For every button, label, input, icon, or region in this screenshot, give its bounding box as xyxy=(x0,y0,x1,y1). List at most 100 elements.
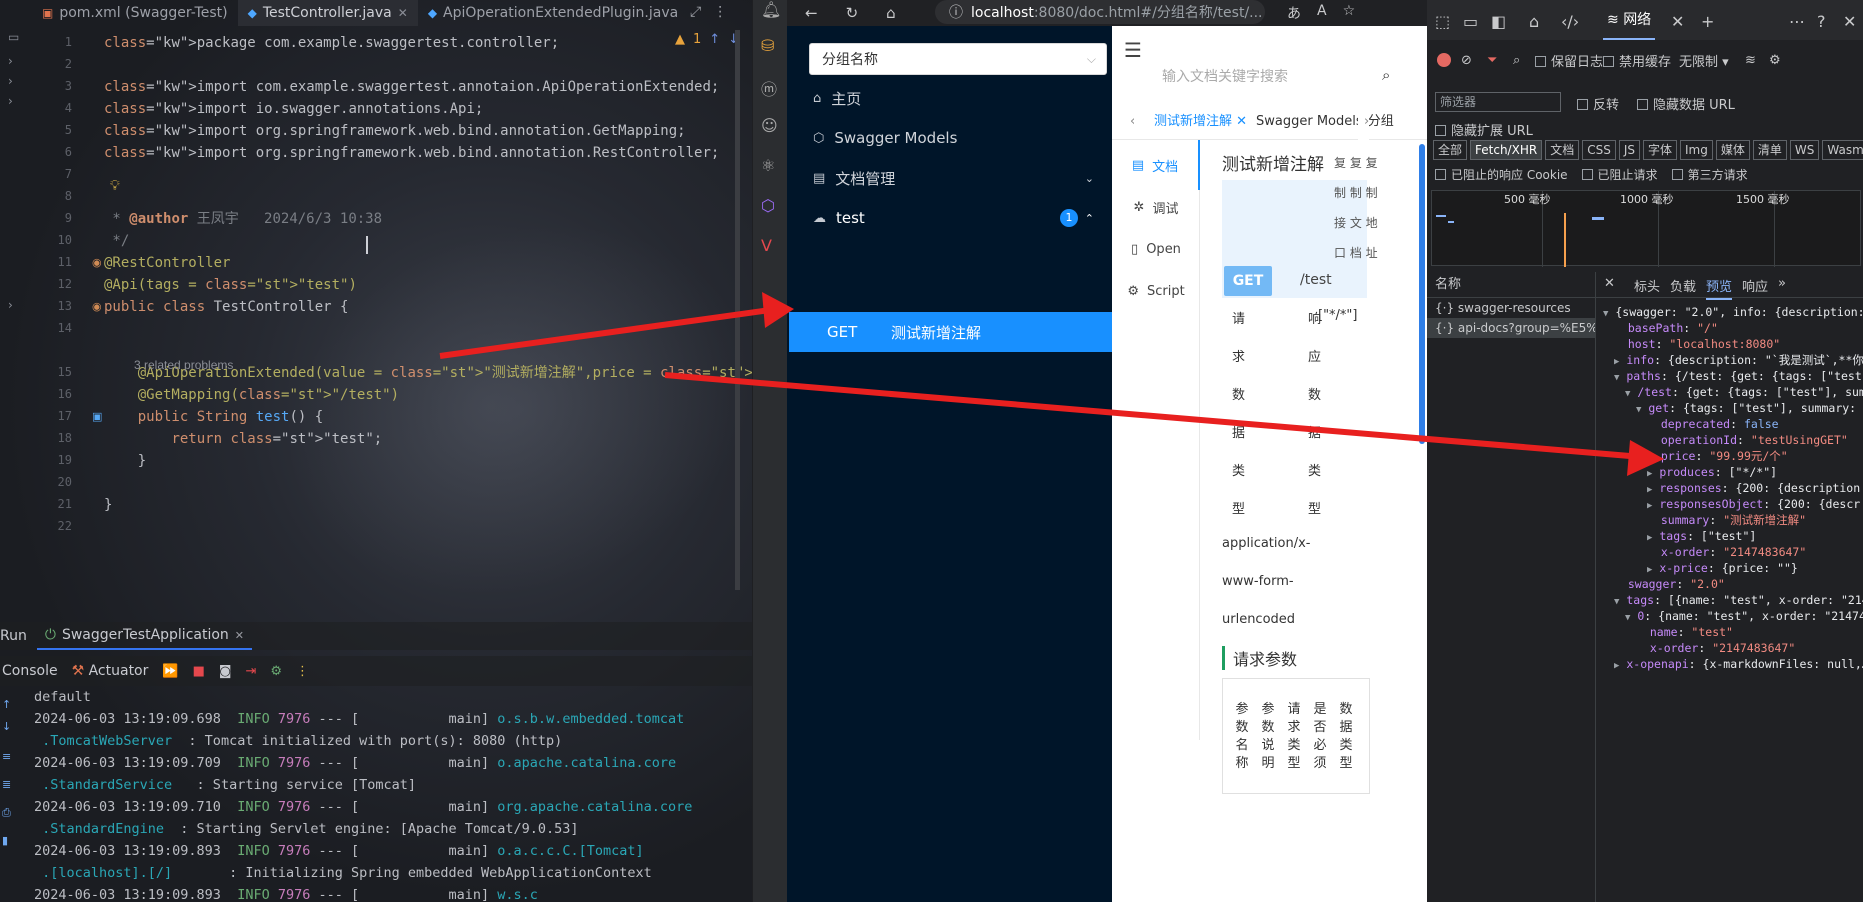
copy-extra-button[interactable]: 口 档 址 xyxy=(1334,244,1378,261)
notifications-icon[interactable]: 🔔︎ xyxy=(761,0,781,19)
json-line[interactable]: ▶ x-price: {price: ""} xyxy=(1647,560,1798,576)
blocked-requests-checkbox[interactable]: 已阻止请求 xyxy=(1581,166,1658,183)
menu-doc-management[interactable]: ▤ 文档管理 ⌄ xyxy=(787,156,1112,200)
chevron-right-icon[interactable]: › xyxy=(8,74,13,88)
folder-icon[interactable]: ▭ xyxy=(8,30,19,44)
ai-icon[interactable]: ⚛ xyxy=(761,156,775,175)
tab-network[interactable]: ≋ 网络 xyxy=(1603,0,1656,40)
content-scrollbar[interactable] xyxy=(1419,144,1425,444)
console-segment[interactable]: o.s.b.w.embedded.tomcat xyxy=(497,711,684,727)
json-line[interactable]: ▶ responses: {200: {description xyxy=(1647,480,1860,496)
arrow-down-icon[interactable]: ↓ xyxy=(2,720,11,733)
json-line[interactable]: ▶ produces: ["*/*"] xyxy=(1647,464,1777,480)
debug-icon[interactable]: ⚙ xyxy=(270,664,282,679)
json-line[interactable]: ▶ responsesObject: {200: {descr xyxy=(1647,496,1860,512)
side-tab-script[interactable]: ⚙ Script xyxy=(1112,266,1200,316)
device-icon[interactable]: ▭ xyxy=(1463,12,1478,31)
json-line[interactable]: ▼ tags: [{name: "test", x-order: "214 xyxy=(1614,592,1863,608)
close-icon[interactable]: ✕ xyxy=(1671,12,1684,31)
collapsed-triangle-icon[interactable]: ▶ xyxy=(1647,565,1652,575)
console-tab[interactable]: Console xyxy=(2,663,58,679)
type-filter-button[interactable]: CSS xyxy=(1582,140,1616,160)
menu-swagger-models[interactable]: ⬡ Swagger Models xyxy=(787,116,1112,160)
console-segment[interactable]: o.a.c.c.C.[Tomcat] xyxy=(497,843,643,859)
gear-icon[interactable]: ⚙ xyxy=(1769,53,1781,68)
database-icon[interactable]: ⛁ xyxy=(761,36,774,55)
tab-api-doc[interactable]: 测试新增注解 ✕ xyxy=(1154,104,1247,140)
refresh-icon[interactable]: ↻ xyxy=(846,4,859,22)
pane-divider[interactable] xyxy=(1595,272,1596,902)
json-line[interactable]: ▼ 0: {name: "test", x-order: "21474 xyxy=(1625,608,1863,624)
tab-response[interactable]: 响应 xyxy=(1742,276,1768,295)
json-line[interactable]: ▶ x-openapi: {x-markdownFiles: null,… xyxy=(1614,656,1863,672)
lightbulb-icon[interactable]: 💡︎ xyxy=(110,178,120,194)
copy-interface-button[interactable]: 复 复 复 xyxy=(1334,154,1378,171)
expanded-triangle-icon[interactable]: ▼ xyxy=(1603,309,1608,319)
more-tabs-icon[interactable]: » xyxy=(1778,276,1786,291)
third-party-checkbox[interactable]: 第三方请求 xyxy=(1671,166,1748,183)
hide-data-urls-checkbox[interactable]: 隐藏数据 URL xyxy=(1637,94,1735,113)
collapsed-triangle-icon[interactable]: ▶ xyxy=(1647,533,1652,543)
type-filter-button[interactable]: WS xyxy=(1789,140,1820,160)
collapsed-triangle-icon[interactable]: ▶ xyxy=(1614,661,1619,671)
copy-address-button[interactable]: 接 文 地 xyxy=(1334,214,1378,231)
editor-scrollbar[interactable] xyxy=(735,30,740,590)
tab-testcontroller[interactable]: ◆ TestController.java ✕ xyxy=(237,0,418,26)
expanded-triangle-icon[interactable]: ▼ xyxy=(1614,373,1619,383)
type-filter-button[interactable]: Wasm xyxy=(1822,140,1863,160)
maven-icon[interactable]: ⓜ xyxy=(761,76,777,100)
back-icon[interactable]: ← xyxy=(805,4,818,22)
tab-pom-xml[interactable]: ▣ pom.xml (Swagger-Test) xyxy=(0,0,238,26)
inlay-hint[interactable]: 3 related problems xyxy=(134,358,233,372)
chevron-right-icon[interactable]: › xyxy=(8,54,13,68)
close-icon[interactable]: ✕ xyxy=(235,629,244,642)
json-line[interactable]: ▼ get: {tags: ["test"], summary: xyxy=(1636,400,1856,416)
close-icon[interactable]: ✕ xyxy=(1236,114,1247,129)
search-icon[interactable]: ⌕ xyxy=(1513,53,1520,68)
filter-icon[interactable]: ≣ xyxy=(2,778,11,791)
code-icon[interactable]: ‹/› xyxy=(1561,12,1579,31)
type-filter-button[interactable]: Img xyxy=(1680,140,1713,160)
tab-preview[interactable]: 预览 xyxy=(1706,276,1733,300)
tabs-prev-icon[interactable]: ‹ xyxy=(1130,104,1135,140)
menu-fold-icon[interactable]: ☰ xyxy=(1124,38,1142,62)
run-config-tab[interactable]: ⏻ SwaggerTestApplication ✕ xyxy=(36,622,253,650)
type-filter-button[interactable]: Fetch/XHR xyxy=(1470,140,1543,160)
console-segment[interactable]: w.s.c xyxy=(497,887,538,902)
actuator-tab[interactable]: ⚒ Actuator xyxy=(72,663,149,679)
hide-ext-urls-checkbox[interactable]: 隐藏扩展 URL xyxy=(1435,120,1533,139)
search-icon[interactable]: ⌕ xyxy=(1382,66,1390,84)
collapsed-triangle-icon[interactable]: ▶ xyxy=(1647,469,1652,479)
help-icon[interactable]: ? xyxy=(1817,12,1826,31)
address-bar[interactable]: ⓘ localhost:8080/doc.html#/分组名称/test/... xyxy=(935,0,1265,24)
home-icon[interactable]: ⌂ xyxy=(886,4,896,22)
inspect-icon[interactable]: ⬚ xyxy=(1435,12,1450,31)
json-line[interactable]: ▼ paths: {/test: {get: {tags: ["test" xyxy=(1614,368,1863,384)
vue-icon[interactable]: V xyxy=(761,236,772,255)
json-line[interactable]: ▶ tags: ["test"] xyxy=(1647,528,1756,544)
rerun-icon[interactable]: ⏩ xyxy=(162,664,178,679)
wrap-icon[interactable]: ≡ xyxy=(2,750,11,763)
tab-plugin[interactable]: ◆ ApiOperationExtendedPlugin.java xyxy=(418,0,688,26)
add-icon[interactable]: + xyxy=(1701,12,1714,31)
type-filter-button[interactable]: 全部 xyxy=(1433,140,1468,160)
expanded-triangle-icon[interactable]: ▼ xyxy=(1614,597,1619,607)
type-filter-button[interactable]: JS xyxy=(1618,140,1640,160)
gutter-marker-icon[interactable]: ◉ xyxy=(92,300,102,313)
record-icon[interactable] xyxy=(1437,53,1451,67)
translate-icon[interactable]: あ xyxy=(1287,3,1301,23)
print-icon[interactable]: ⎙ xyxy=(2,806,11,820)
search-input[interactable]: 输入文档关键字搜索 xyxy=(1162,66,1288,86)
more-icon[interactable]: ⋯ xyxy=(1789,12,1805,31)
copy-doc-button[interactable]: 制 制 制 xyxy=(1334,184,1378,201)
gutter-marker-icon[interactable]: ▣ xyxy=(92,410,102,423)
more-icon[interactable]: ⋮ xyxy=(713,4,727,20)
request-row[interactable]: {·} swagger-resources xyxy=(1427,298,1595,318)
trash-icon[interactable]: ▮ xyxy=(2,834,8,847)
tab-swagger-models[interactable]: Swagger Models(分组 xyxy=(1256,104,1394,140)
tabs-next-icon[interactable]: › xyxy=(1358,104,1370,140)
invert-checkbox[interactable]: 反转 xyxy=(1577,94,1619,113)
chevron-right-icon[interactable]: › xyxy=(8,298,13,312)
expand-icon[interactable]: ⤢ xyxy=(690,4,701,20)
arrow-up-icon[interactable]: ↑ xyxy=(709,32,720,47)
